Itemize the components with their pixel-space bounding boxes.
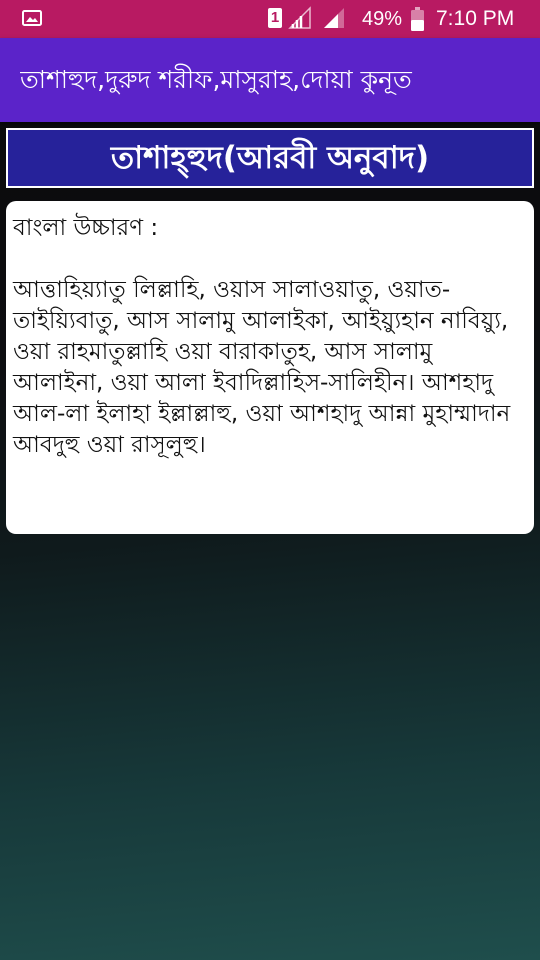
pronunciation-text: আত্তাহিয়্যাতু লিল্লাহি, ওয়াস সালাওয়াত…: [13, 277, 511, 458]
battery-icon: [411, 7, 424, 31]
section-title: তাশাহ্হুদ(আরবী অনুবাদ): [6, 128, 534, 188]
signal-icon: [324, 8, 344, 28]
gallery-icon: [22, 10, 42, 26]
content-card: বাংলা উচ্চারণ : আত্তাহিয়্যাতু লিল্লাহি,…: [6, 201, 534, 534]
signal-icon: [288, 6, 311, 29]
status-time: 7:10 PM: [436, 7, 515, 30]
app-toolbar: তাশাহুদ,দুরুদ শরীফ,মাসুরাহ,দোয়া কুনূত: [0, 38, 540, 122]
status-bar: 1 49% 7:10 PM: [0, 0, 540, 38]
pronunciation-label: বাংলা উচ্চারণ :: [13, 215, 159, 241]
battery-percentage: 49%: [362, 8, 403, 30]
app-title: তাশাহুদ,দুরুদ শরীফ,মাসুরাহ,দোয়া কুনূত: [20, 65, 412, 94]
sim-slot-badge: 1: [268, 8, 282, 28]
